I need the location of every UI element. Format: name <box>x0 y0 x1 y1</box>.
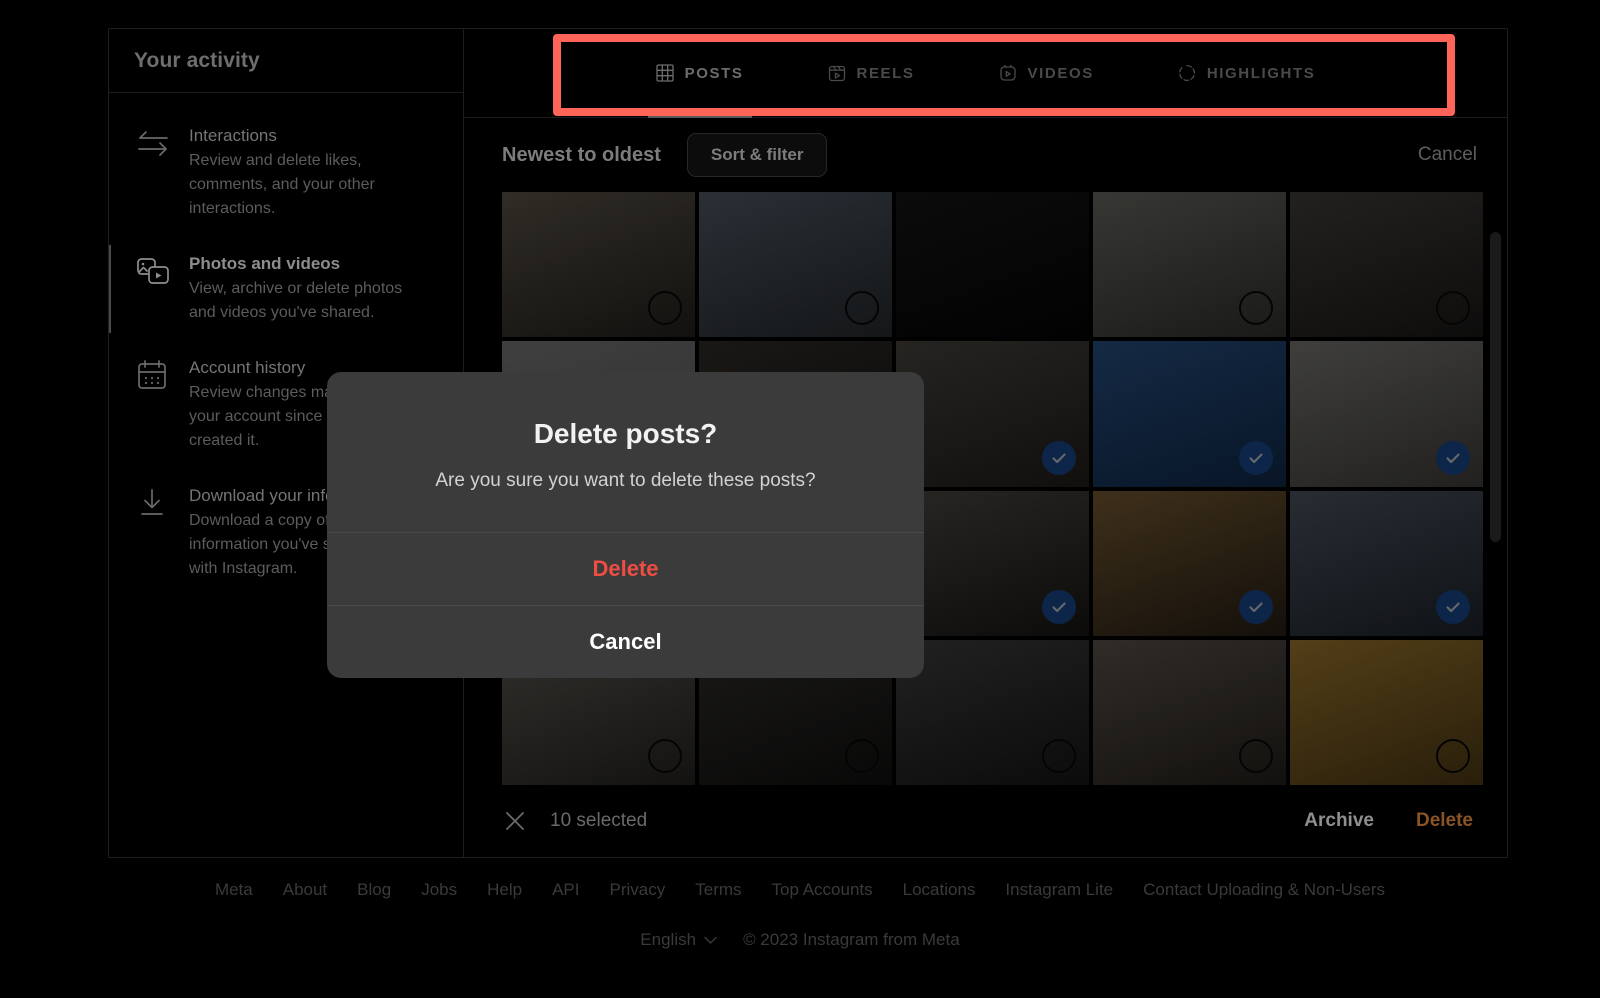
select-circle-icon[interactable] <box>845 291 879 326</box>
page-title: Your activity <box>134 48 260 72</box>
media-tile[interactable] <box>699 192 892 338</box>
delete-posts-dialog: Delete posts? Are you sure you want to d… <box>327 372 924 678</box>
app-root: Your activity Interactions Review and de… <box>0 0 1600 998</box>
media-tile[interactable] <box>1290 341 1483 487</box>
selected-check-icon[interactable] <box>1042 440 1076 475</box>
photos-videos-icon <box>135 253 171 289</box>
footer-meta: English © 2023 Instagram from Meta <box>0 930 1600 950</box>
selected-check-icon[interactable] <box>1436 589 1470 624</box>
footer-link[interactable]: Locations <box>888 880 991 900</box>
copyright-label: © 2023 Instagram from Meta <box>743 930 960 949</box>
close-icon[interactable] <box>502 808 528 834</box>
select-circle-icon[interactable] <box>648 291 682 326</box>
dialog-delete-button[interactable]: Delete <box>327 532 924 605</box>
selected-check-icon[interactable] <box>1239 589 1273 624</box>
selected-check-icon[interactable] <box>1042 589 1076 624</box>
calendar-icon <box>135 357 171 393</box>
footer-link[interactable]: Help <box>472 880 537 900</box>
selected-count-label: 10 selected <box>550 810 648 831</box>
footer-link[interactable]: Contact Uploading & Non-Users <box>1128 880 1400 900</box>
dialog-cancel-button[interactable]: Cancel <box>327 605 924 678</box>
grid-scrollbar-thumb[interactable] <box>1490 232 1501 542</box>
language-label: English <box>640 930 697 949</box>
select-circle-icon[interactable] <box>1042 739 1076 773</box>
select-circle-icon[interactable] <box>1239 291 1273 326</box>
select-circle-icon[interactable] <box>1436 291 1470 326</box>
select-circle-icon[interactable] <box>845 739 879 773</box>
footer-link[interactable]: Blog <box>342 880 406 900</box>
chevron-down-icon <box>704 930 717 950</box>
footer-link[interactable]: Meta <box>200 880 268 900</box>
sidebar-item-interactions[interactable]: Interactions Review and delete likes, co… <box>109 109 463 237</box>
archive-button[interactable]: Archive <box>1304 810 1374 832</box>
media-tile[interactable] <box>1093 490 1286 636</box>
footer-link[interactable]: About <box>268 880 342 900</box>
media-tile[interactable] <box>1093 341 1286 487</box>
highlight-annotation-box <box>553 34 1455 116</box>
site-footer: Meta About Blog Jobs Help API Privacy Terms Top … <box>0 880 1600 950</box>
media-tile[interactable] <box>896 639 1089 785</box>
sidebar-item-desc: View, archive or delete photos and video… <box>189 280 403 321</box>
sidebar-item-label: Photos and videos <box>189 254 341 273</box>
selection-actions: Archive Delete <box>1304 810 1473 832</box>
select-circle-icon[interactable] <box>1436 739 1470 773</box>
sidebar-item-photos-and-videos-text: Photos and videos View, archive or delet… <box>189 253 404 325</box>
sidebar-item-photos-and-videos[interactable]: Photos and videos View, archive or delet… <box>109 237 463 341</box>
selected-check-icon[interactable] <box>1436 440 1470 475</box>
cancel-selection-button[interactable]: Cancel <box>1418 144 1477 166</box>
media-tile[interactable] <box>896 490 1089 636</box>
footer-link[interactable]: API <box>537 880 594 900</box>
sort-and-filter-button[interactable]: Sort & filter <box>686 133 828 177</box>
media-tile[interactable] <box>896 192 1089 338</box>
media-tile[interactable] <box>1093 639 1286 785</box>
delete-button[interactable]: Delete <box>1416 810 1473 832</box>
footer-link[interactable]: Terms <box>680 880 756 900</box>
sidebar-item-label: Interactions <box>189 126 277 145</box>
grid-scrollbar[interactable] <box>1490 232 1501 665</box>
download-icon <box>135 485 171 521</box>
media-tile[interactable] <box>1290 490 1483 636</box>
selection-action-bar: 10 selected Archive Delete <box>464 785 1507 857</box>
media-tile[interactable] <box>1093 192 1286 338</box>
sort-order-label: Newest to oldest <box>502 143 661 166</box>
footer-link[interactable]: Instagram Lite <box>990 880 1128 900</box>
dialog-subtitle: Are you sure you want to delete these po… <box>435 470 816 491</box>
media-tile[interactable] <box>896 341 1089 487</box>
sort-toolbar: Newest to oldest Sort & filter Cancel <box>464 118 1507 192</box>
footer-link[interactable]: Privacy <box>595 880 681 900</box>
footer-links: Meta About Blog Jobs Help API Privacy Terms Top … <box>0 880 1600 900</box>
media-tile[interactable] <box>1290 639 1483 785</box>
media-tile[interactable] <box>502 192 695 338</box>
select-circle-icon[interactable] <box>1042 291 1076 326</box>
sidebar-item-interactions-text: Interactions Review and delete likes, co… <box>189 125 404 221</box>
sidebar-item-desc: Review and delete likes, comments, and y… <box>189 152 375 217</box>
select-circle-icon[interactable] <box>648 739 682 773</box>
dialog-title: Delete posts? <box>533 418 718 449</box>
language-selector[interactable]: English <box>640 930 717 950</box>
select-circle-icon[interactable] <box>1239 739 1273 773</box>
footer-link[interactable]: Jobs <box>406 880 472 900</box>
sidebar-header: Your activity <box>109 29 463 93</box>
selected-check-icon[interactable] <box>1239 440 1273 475</box>
interactions-arrows-icon <box>135 125 171 161</box>
media-tile[interactable] <box>1290 192 1483 338</box>
footer-link[interactable]: Top Accounts <box>757 880 888 900</box>
dialog-body: Delete posts? Are you sure you want to d… <box>327 372 924 532</box>
